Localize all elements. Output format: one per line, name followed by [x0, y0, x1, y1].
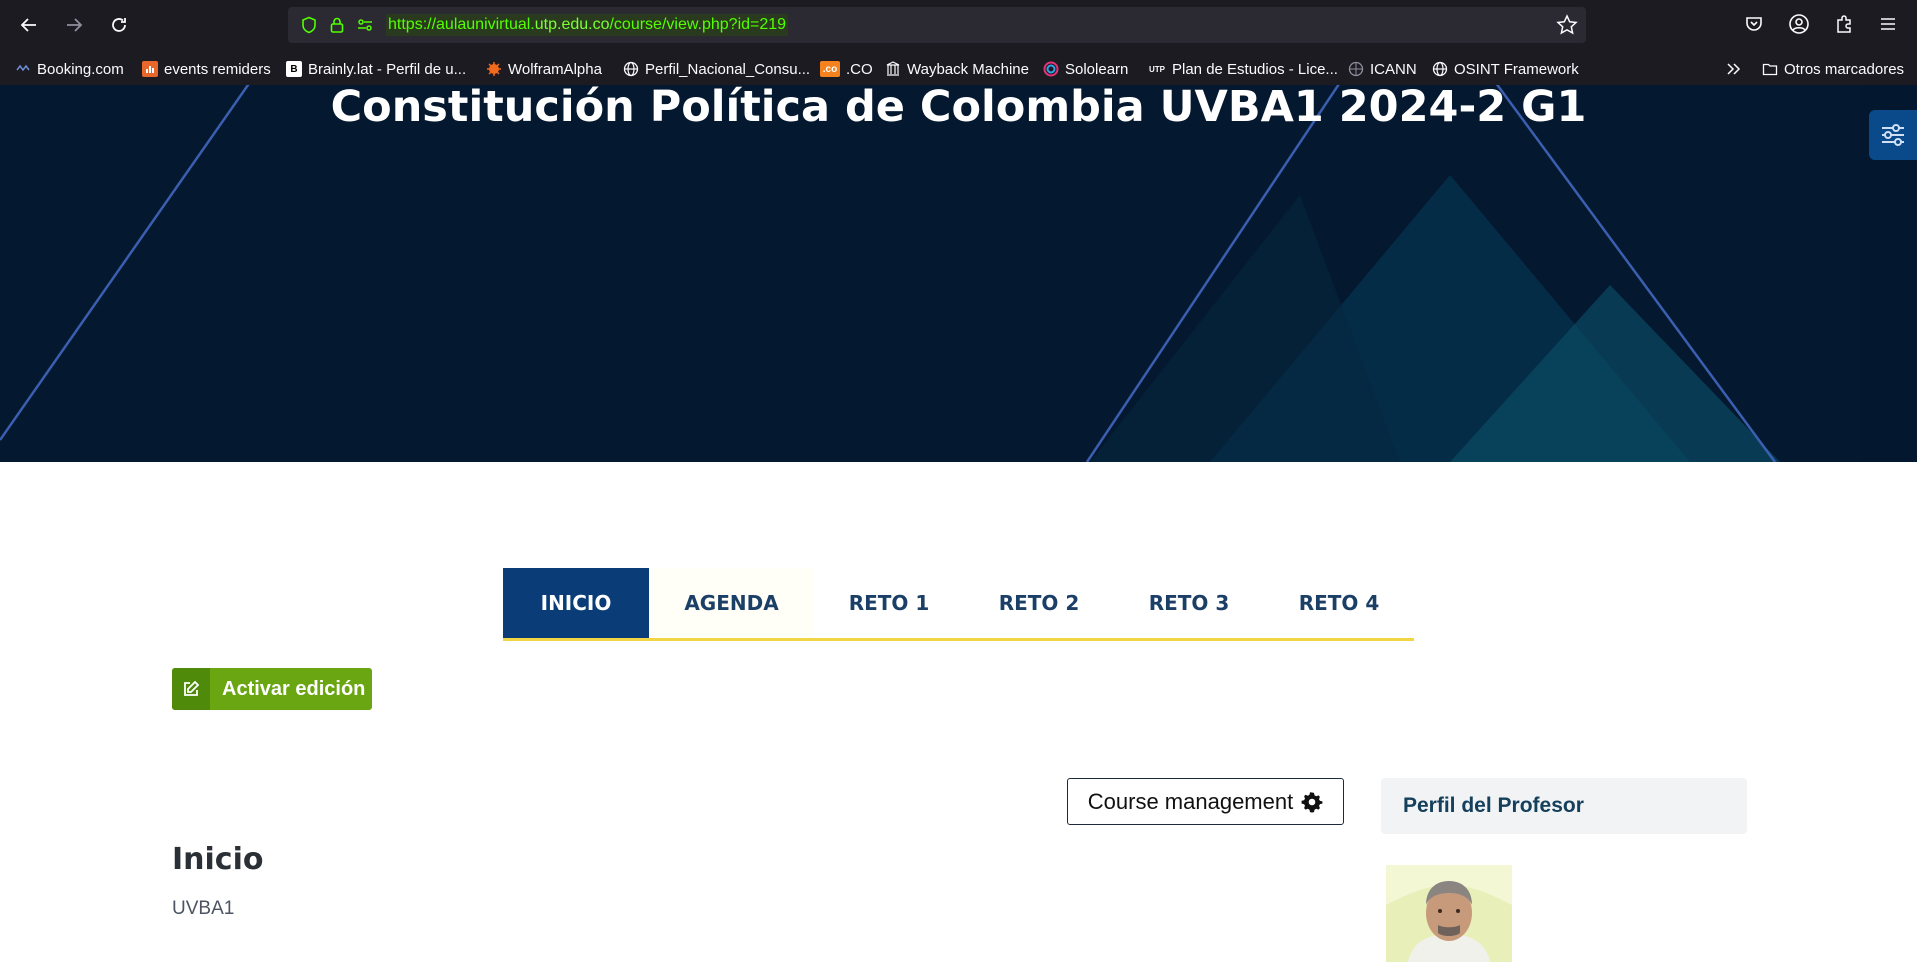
other-bookmarks-label: Otros marcadores [1784, 60, 1905, 78]
folder-icon [1762, 61, 1778, 77]
bookmark-label: Wayback Machine [907, 60, 1029, 78]
bookmark-label: Sololearn [1065, 60, 1129, 78]
url-host: utp.edu.co [534, 16, 610, 33]
utp-badge-text: UTP [1149, 64, 1165, 74]
bookmark-brainly[interactable]: B Brainly.lat - Perfil de u... [286, 57, 466, 81]
bookmark-sololearn[interactable]: Sololearn [1043, 57, 1128, 81]
course-tabs: INICIO AGENDA RETO 1 RETO 2 RETO 3 RETO … [503, 568, 1414, 641]
course-management-button[interactable]: Course management [1067, 778, 1344, 825]
back-button[interactable] [14, 10, 44, 40]
shield-icon[interactable] [298, 14, 320, 36]
menu-icon[interactable] [1876, 12, 1900, 36]
url-prefix: https://aulaunivirtual. [388, 16, 535, 33]
professor-profile-title: Perfil del Profesor [1403, 794, 1584, 817]
activate-editing-label: Activar edición [222, 677, 366, 700]
bookmark-label: Plan de Estudios - Lice... [1172, 60, 1338, 78]
tab-reto-2[interactable]: RETO 2 [964, 568, 1114, 638]
bookmark-wolfram[interactable]: WolframAlpha [486, 57, 602, 81]
account-icon[interactable] [1787, 12, 1811, 36]
gear-icon [1301, 791, 1323, 812]
bookmark-osint[interactable]: OSINT Framework [1432, 57, 1579, 81]
arrow-right-icon [67, 18, 83, 32]
url-path: /course/view.php?id=219 [609, 16, 787, 33]
arrow-left-icon [20, 18, 36, 32]
professor-profile-header: Perfil del Profesor [1381, 778, 1747, 834]
sliders-icon [1882, 124, 1904, 146]
bookmark-label: Perfil_Nacional_Consu... [645, 60, 811, 78]
forward-button[interactable] [59, 10, 89, 40]
co-badge-text: .co [822, 63, 838, 75]
icann-icon [1348, 61, 1364, 77]
co-icon: .co [820, 61, 840, 77]
activate-editing-button[interactable]: Activar edición [172, 668, 372, 710]
url-text[interactable]: https://aulaunivirtual.utp.edu.co/course… [386, 14, 789, 36]
reload-button[interactable] [104, 10, 134, 40]
bookmark-booking[interactable]: Booking.com [15, 57, 124, 81]
bookmark-label: .CO [846, 60, 873, 78]
reload-icon [112, 18, 126, 32]
events-icon [142, 61, 158, 77]
bookmark-label: events remiders [164, 60, 271, 78]
professor-photo [1386, 865, 1512, 962]
bookmark-perfil-nacional[interactable]: Perfil_Nacional_Consu... [623, 57, 810, 81]
hero-background-graphic [0, 85, 1917, 462]
bookmark-events[interactable]: events remiders [142, 57, 271, 81]
booking-icon [15, 61, 31, 77]
bookmark-wayback[interactable]: Wayback Machine [885, 57, 1029, 81]
sololearn-icon [1043, 61, 1059, 77]
url-bar[interactable]: https://aulaunivirtual.utp.edu.co/course… [288, 7, 1586, 43]
bookmark-label: Booking.com [37, 60, 124, 78]
brainly-badge-text: B [290, 63, 298, 75]
brainly-icon: B [286, 61, 302, 77]
pocket-icon[interactable] [1742, 12, 1766, 36]
tab-agenda[interactable]: AGENDA [649, 568, 814, 638]
tab-reto-4[interactable]: RETO 4 [1264, 568, 1414, 638]
bookmarks-bar: Booking.com events remiders B Brainly.lat… [0, 55, 1917, 83]
bookmark-label: Brainly.lat - Perfil de u... [308, 60, 467, 78]
tab-reto-1[interactable]: RETO 1 [814, 568, 964, 638]
wayback-icon [885, 61, 901, 77]
more-bookmarks-button[interactable] [1725, 57, 1743, 81]
globe-icon [1432, 61, 1448, 77]
bookmark-icann[interactable]: ICANN [1348, 57, 1417, 81]
browser-toolbar: https://aulaunivirtual.utp.edu.co/course… [0, 0, 1917, 85]
extensions-icon[interactable] [1832, 12, 1856, 36]
bookmark-label: WolframAlpha [508, 60, 602, 78]
lock-icon[interactable] [326, 14, 348, 36]
block-drawer-toggle[interactable] [1869, 110, 1917, 160]
course-title: Constitución Política de Colombia UVBA1 … [330, 85, 1587, 132]
section-title: Inicio [172, 842, 264, 877]
course-management-label: Course management [1087, 788, 1294, 814]
bookmark-co[interactable]: .co .CO [820, 57, 873, 81]
utp-icon: UTP [1148, 61, 1166, 77]
bookmark-label: OSINT Framework [1454, 60, 1579, 78]
edit-icon [172, 668, 210, 710]
tab-inicio[interactable]: INICIO [503, 568, 649, 638]
permissions-icon[interactable] [354, 14, 376, 36]
globe-icon [623, 61, 639, 77]
professor-avatar [1386, 865, 1512, 962]
chevron-double-right-icon [1727, 63, 1741, 75]
bookmark-plan-estudios[interactable]: UTP Plan de Estudios - Lice... [1148, 57, 1338, 81]
section-subtitle: UVBA1 [172, 898, 235, 919]
tab-reto-3[interactable]: RETO 3 [1114, 568, 1264, 638]
bookmark-label: ICANN [1370, 60, 1417, 78]
bookmark-star-icon[interactable] [1556, 14, 1578, 36]
wolfram-icon [486, 61, 502, 77]
other-bookmarks-folder[interactable]: Otros marcadores [1762, 57, 1904, 81]
course-hero-banner: Constitución Política de Colombia UVBA1 … [0, 85, 1917, 462]
